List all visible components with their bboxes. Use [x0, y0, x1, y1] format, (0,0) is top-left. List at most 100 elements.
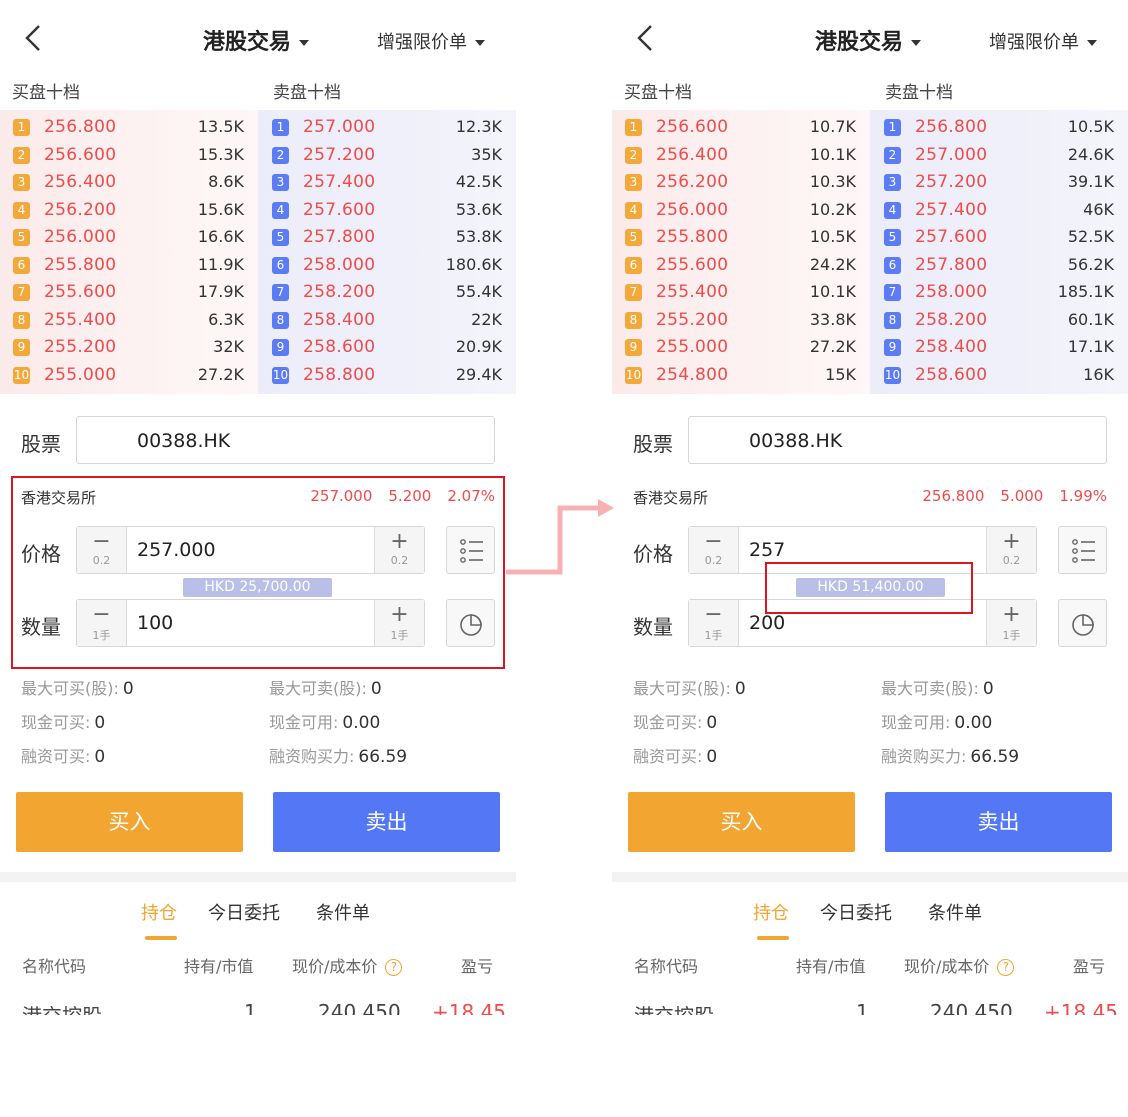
- orderbook-buy-row[interactable]: 8 255.400 6.3K: [0, 309, 258, 337]
- level-volume: 53.8K: [455, 227, 502, 246]
- orderbook-buy-row[interactable]: 1 256.800 13.5K: [0, 116, 258, 144]
- orderbook-buy-row[interactable]: 3 256.400 8.6K: [0, 171, 258, 199]
- orderbook-sell-row[interactable]: 8 258.400 22K: [258, 309, 516, 337]
- quantity-decrease-button[interactable]: − 1手: [689, 600, 739, 646]
- orderbook-buy-row[interactable]: 5 255.800 10.5K: [612, 226, 870, 254]
- back-arrow-icon[interactable]: [636, 24, 654, 52]
- orderbook-buy-row[interactable]: 10 254.800 15K: [612, 364, 870, 392]
- order-type-label: 增强限价单: [989, 32, 1079, 53]
- level-volume: 33.8K: [809, 309, 856, 329]
- orderbook-sell-row[interactable]: 4 257.600 53.6K: [258, 199, 516, 227]
- quote-summary: 256.800 5.000 1.99%: [906, 487, 1107, 505]
- orderbook-sell-row[interactable]: 6 257.800 56.2K: [870, 254, 1128, 282]
- max-buy: 最大可买(股): 0: [21, 679, 134, 699]
- orderbook-sell-row[interactable]: 7 258.000 185.1K: [870, 281, 1128, 309]
- level-volume: 52.5K: [1067, 227, 1114, 246]
- table-row[interactable]: 港交控股 1 240.450 +18.45: [0, 1003, 516, 1015]
- orderbook-buy-row[interactable]: 2 256.600 15.3K: [0, 144, 258, 172]
- level-volume: 27.2K: [809, 337, 856, 356]
- plus-icon: +: [1002, 602, 1021, 627]
- orderbook-sell-row[interactable]: 1 257.000 12.3K: [258, 116, 516, 144]
- price-decrease-button[interactable]: −0.2: [689, 527, 739, 573]
- orderbook-sell-row[interactable]: 9 258.600 20.9K: [258, 336, 516, 364]
- orderbook-buy-row[interactable]: 7 255.400 10.1K: [612, 281, 870, 309]
- orderbook-sell-row[interactable]: 2 257.200 35K: [258, 144, 516, 172]
- orderbook-buy-row[interactable]: 6 255.800 11.9K: [0, 254, 258, 282]
- level-price: 258.400: [303, 309, 376, 330]
- price-input[interactable]: 257: [749, 539, 785, 561]
- tab-today-orders[interactable]: 今日委托: [820, 899, 892, 925]
- orderbook-sell-row[interactable]: 10 258.800 29.4K: [258, 364, 516, 392]
- orderbook-sell-row[interactable]: 4 257.400 46K: [870, 199, 1128, 227]
- table-row[interactable]: 港交控股 1 240.450 +18.45: [612, 1003, 1128, 1015]
- position-qty: 1: [244, 1003, 257, 1015]
- position-ratio-button[interactable]: [1058, 599, 1107, 647]
- position-name: 港交控股: [22, 1003, 102, 1015]
- buy-button[interactable]: 买入: [628, 792, 855, 852]
- stock-label: 股票: [21, 432, 61, 456]
- price-label: 价格: [633, 542, 673, 566]
- orderbook-buy-row[interactable]: 1 256.600 10.7K: [612, 116, 870, 144]
- order-type-selector[interactable]: 增强限价单: [989, 28, 1097, 54]
- sell-button[interactable]: 卖出: [885, 792, 1112, 852]
- orderbook-sell-row[interactable]: 7 258.200 55.4K: [258, 281, 516, 309]
- level-price: 255.200: [656, 309, 729, 330]
- orderbook-sell-row[interactable]: 1 256.800 10.5K: [870, 116, 1128, 144]
- orderbook-sell-row[interactable]: 5 257.600 52.5K: [870, 226, 1128, 254]
- buy-button[interactable]: 买入: [16, 792, 243, 852]
- col-name-code: 名称代码: [22, 957, 87, 976]
- orderbook-buy-row[interactable]: 6 255.600 24.2K: [612, 254, 870, 282]
- level-badge: 6: [13, 256, 30, 274]
- quantity-input[interactable]: 200: [749, 612, 785, 634]
- level-price: 255.000: [44, 364, 117, 385]
- tab-conditional-orders[interactable]: 条件单: [316, 899, 370, 925]
- col-holding-value: 持有/市值: [796, 957, 866, 976]
- orderbook-buy-row[interactable]: 2 256.400 10.1K: [612, 144, 870, 172]
- level-volume: 13.5K: [197, 117, 244, 136]
- tab-positions[interactable]: 持仓: [753, 899, 789, 925]
- orderbook-sell-row[interactable]: 3 257.200 39.1K: [870, 171, 1128, 199]
- orderbook-sell-row[interactable]: 2 257.000 24.6K: [870, 144, 1128, 172]
- tab-conditional-orders[interactable]: 条件单: [928, 899, 982, 925]
- orderbook-buy-row[interactable]: 3 256.200 10.3K: [612, 171, 870, 199]
- orderbook-buy-row[interactable]: 10 255.000 27.2K: [0, 364, 258, 392]
- margin-buying-power: 融资购买力: 66.59: [881, 747, 1020, 767]
- stock-input[interactable]: 00388.HK: [688, 416, 1107, 464]
- orderbook-sell-row[interactable]: 5 257.800 53.8K: [258, 226, 516, 254]
- quantity-increase-button[interactable]: +1手: [986, 600, 1036, 646]
- back-arrow-icon[interactable]: [24, 24, 42, 52]
- position-pnl: +18.45: [1044, 1003, 1119, 1015]
- orderbook-sell-row[interactable]: 3 257.400 42.5K: [258, 171, 516, 199]
- orderbook-sell-row[interactable]: 9 258.400 17.1K: [870, 336, 1128, 364]
- orderbook-buy-row[interactable]: 9 255.200 32K: [0, 336, 258, 364]
- help-icon[interactable]: ?: [385, 959, 403, 976]
- help-icon[interactable]: ?: [997, 959, 1015, 976]
- orderbook-sell-row[interactable]: 6 258.000 180.6K: [258, 254, 516, 282]
- market-selector[interactable]: 港股交易: [203, 24, 310, 56]
- level-badge: 6: [272, 256, 289, 274]
- orderbook-buy-row[interactable]: 4 256.000 10.2K: [612, 199, 870, 227]
- tab-positions[interactable]: 持仓: [141, 899, 177, 925]
- level-price: 258.000: [915, 282, 988, 302]
- dropdown-caret-icon: [1087, 40, 1097, 46]
- level-badge: 7: [13, 284, 30, 301]
- max-buy: 最大可买(股): 0: [633, 679, 746, 699]
- level-badge: 1: [13, 119, 30, 136]
- market-selector[interactable]: 港股交易: [815, 24, 922, 56]
- price-ladder-button[interactable]: [1058, 526, 1107, 574]
- orderbook-buy-row[interactable]: 5 256.000 16.6K: [0, 226, 258, 254]
- level-badge: 3: [13, 174, 30, 191]
- orderbook-buy-row[interactable]: 7 255.600 17.9K: [0, 281, 258, 309]
- orderbook-sell-row[interactable]: 10 258.600 16K: [870, 364, 1128, 392]
- quantity-step: 1手: [1002, 629, 1021, 642]
- sell-button[interactable]: 卖出: [273, 792, 500, 852]
- stock-label: 股票: [633, 432, 673, 456]
- order-type-selector[interactable]: 增强限价单: [377, 28, 485, 54]
- price-increase-button[interactable]: +0.2: [986, 527, 1036, 573]
- tab-today-orders[interactable]: 今日委托: [208, 899, 280, 925]
- orderbook-buy-row[interactable]: 9 255.000 27.2K: [612, 336, 870, 364]
- orderbook-buy-row[interactable]: 4 256.200 15.6K: [0, 199, 258, 227]
- stock-input[interactable]: 00388.HK: [76, 416, 495, 464]
- orderbook-sell-row[interactable]: 8 258.200 60.1K: [870, 309, 1128, 337]
- orderbook-buy-row[interactable]: 8 255.200 33.8K: [612, 309, 870, 337]
